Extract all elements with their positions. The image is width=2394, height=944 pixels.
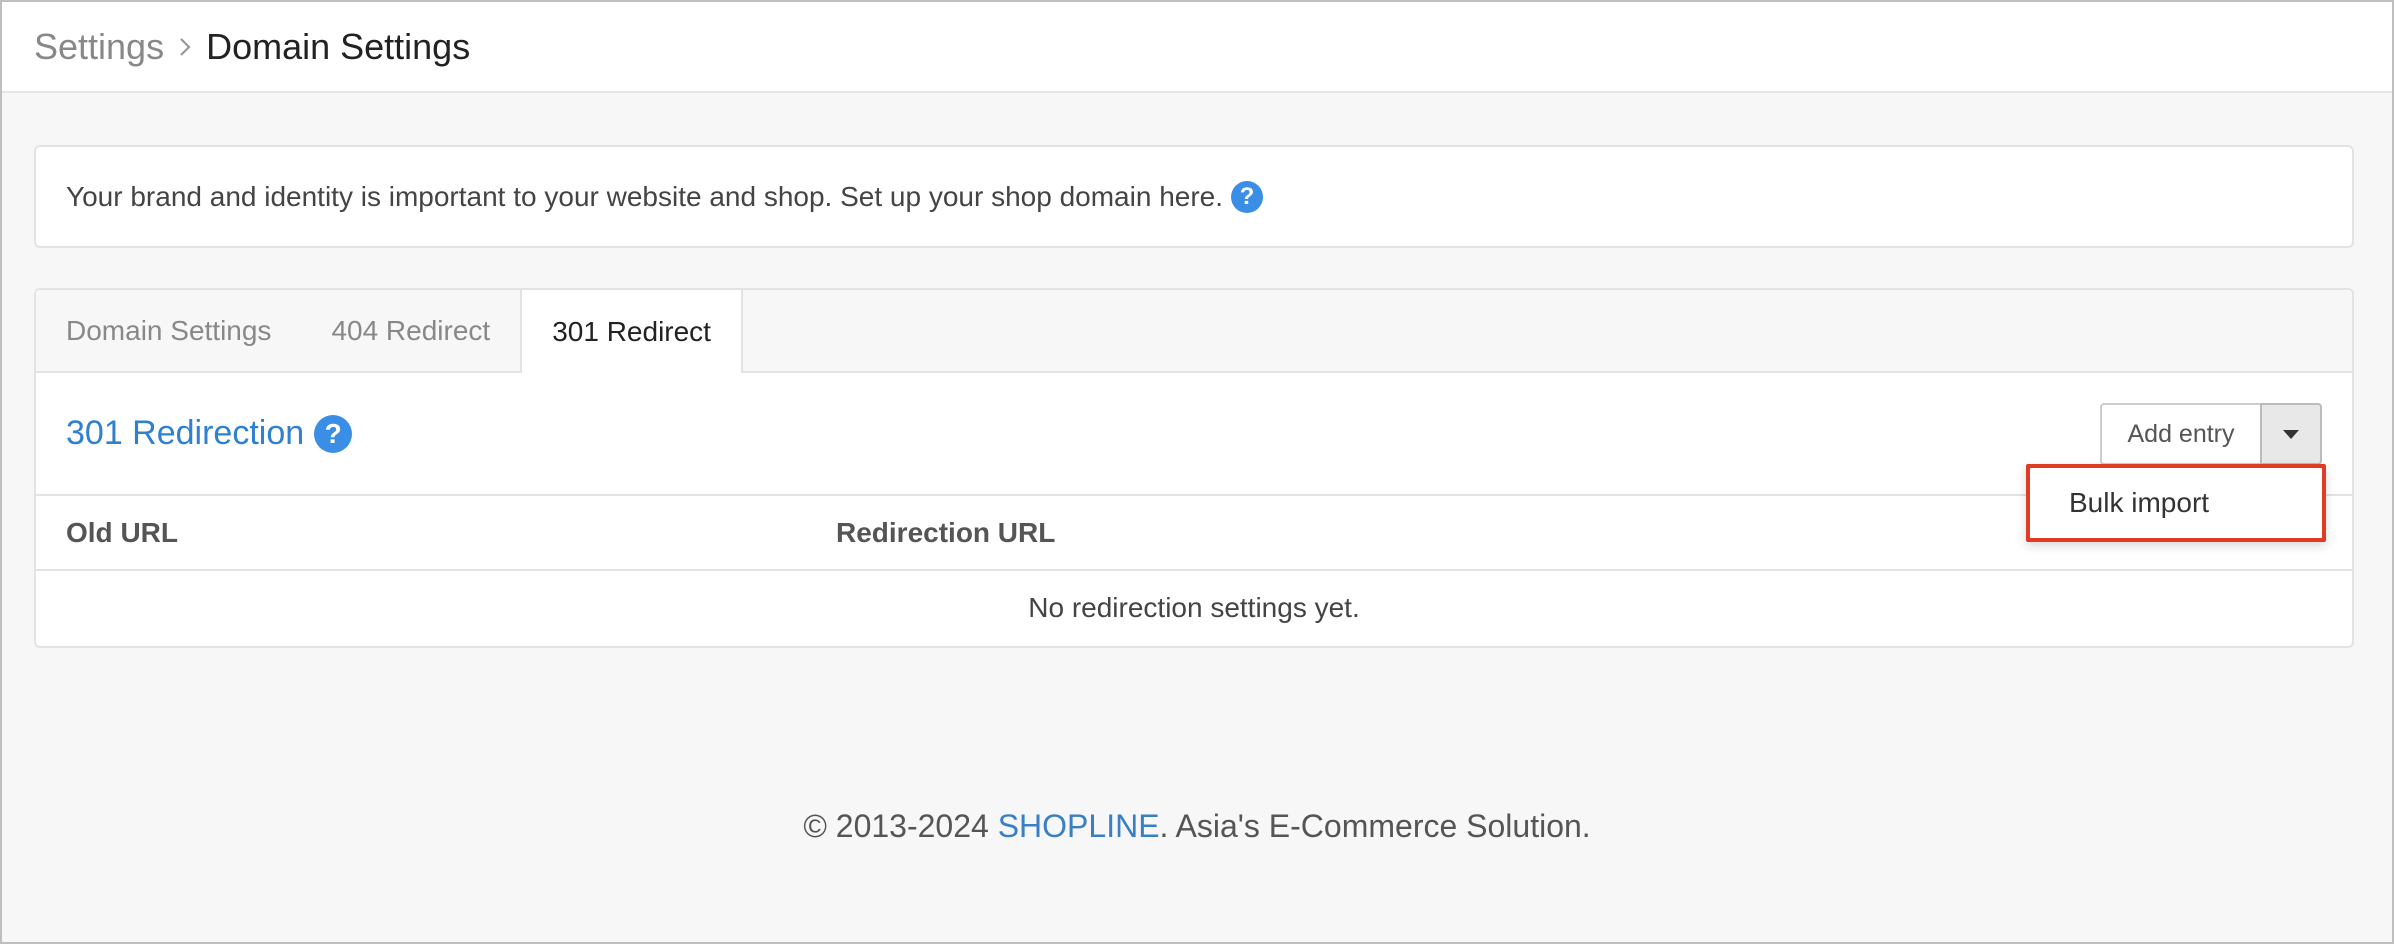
page-header: Settings Domain Settings [2,2,2392,93]
caret-down-icon [2283,429,2299,439]
breadcrumb-settings[interactable]: Settings [34,26,164,68]
column-header-redirection-url: Redirection URL [836,516,1056,548]
chevron-right-icon [178,36,192,58]
page-title: Domain Settings [206,25,471,67]
tab-bar: Domain Settings 404 Redirect 301 Redirec… [36,290,2352,373]
empty-state-message: No redirection settings yet. [1028,592,1360,623]
footer-brand-link[interactable]: SHOPLINE [998,808,1160,844]
tab-301-redirect[interactable]: 301 Redirect [520,290,743,373]
redirect-panel: Domain Settings 404 Redirect 301 Redirec… [34,288,2354,648]
footer-copyright: © 2013-2024 [803,808,998,844]
dropdown-menu: Bulk import [2026,464,2326,542]
tab-domain-settings[interactable]: Domain Settings [36,290,301,371]
add-entry-button-group: Add entry [2100,403,2322,465]
dropdown-toggle-button[interactable] [2260,403,2322,465]
help-icon[interactable]: ? [314,414,353,453]
info-text: Your brand and identity is important to … [66,180,1224,212]
footer-tagline: . Asia's E-Commerce Solution. [1159,808,1591,844]
add-entry-button[interactable]: Add entry [2100,403,2260,465]
footer: © 2013-2024 SHOPLINE. Asia's E-Commerce … [0,808,2394,845]
table-header: Old URL Redirection URL [36,496,2352,571]
info-banner: Your brand and identity is important to … [34,145,2354,248]
menu-item-bulk-import[interactable]: Bulk import [2069,487,2209,519]
help-icon[interactable]: ? [1231,180,1264,213]
section-header: 301 Redirection ? Add entry [36,373,2352,496]
column-header-old-url: Old URL [66,516,178,548]
section-title: 301 Redirection [66,414,305,452]
tab-404-redirect[interactable]: 404 Redirect [301,290,520,371]
